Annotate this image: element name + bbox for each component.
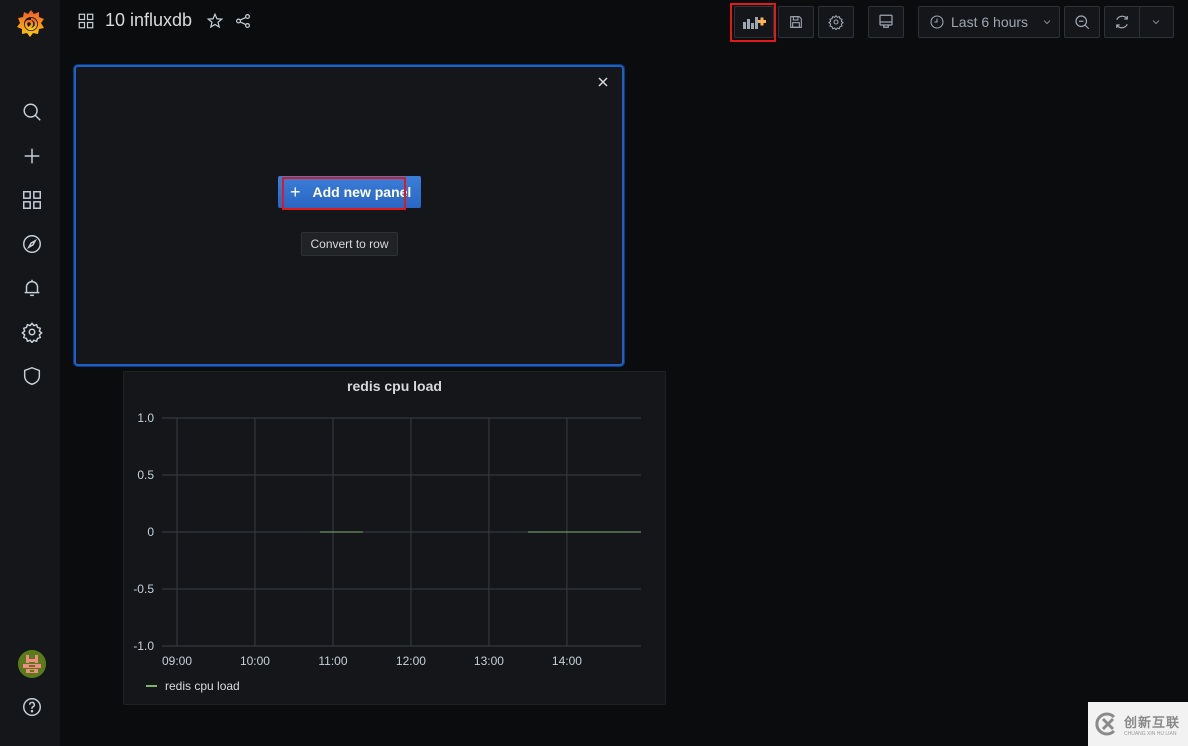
x-tick-label: 13:00	[474, 654, 504, 668]
add-panel-icon	[743, 17, 766, 29]
gear-icon	[21, 322, 43, 343]
time-picker-button[interactable]: Last 6 hours	[918, 6, 1060, 38]
refresh-button[interactable]	[1105, 7, 1140, 37]
sidebar	[0, 0, 61, 746]
help-icon	[23, 698, 41, 716]
time-range-label: Last 6 hours	[951, 14, 1029, 30]
zoom-out-button[interactable]	[1064, 6, 1100, 38]
grafana-logo[interactable]	[14, 7, 48, 41]
sidebar-item-dashboards[interactable]	[18, 186, 46, 214]
share-icon[interactable]	[234, 12, 252, 30]
watermark-cn: 创新互联	[1124, 714, 1181, 730]
dashboard-title-area: 10 influxdb	[77, 10, 252, 31]
x-tick-label: 09:00	[162, 654, 192, 668]
legend-item[interactable]: redis cpu load	[146, 679, 240, 693]
monitor-icon	[879, 14, 893, 28]
chevron-down-icon	[1152, 20, 1160, 25]
avatar[interactable]	[18, 650, 46, 678]
gear-icon	[828, 14, 844, 30]
legend-label: redis cpu load	[165, 679, 240, 693]
sidebar-item-help[interactable]	[18, 693, 46, 721]
y-tick-label: -1.0	[133, 639, 154, 653]
refresh-interval-dropdown[interactable]	[1140, 7, 1174, 37]
save-icon	[790, 16, 802, 28]
grafana-logo-icon	[17, 10, 44, 37]
graph-plot[interactable]: 1.0 0.5 0 -0.5 -1.0 09:00 10:00 11:00 12:00 13:00…	[124, 372, 667, 706]
dashboard-title[interactable]: 10 influxdb	[105, 10, 192, 31]
add-panel-button[interactable]	[734, 6, 774, 38]
dashboard-grid-icon	[78, 13, 94, 28]
compass-icon	[23, 235, 41, 253]
legend-swatch	[146, 685, 157, 687]
convert-to-row-button[interactable]: Convert to row	[301, 232, 398, 256]
close-icon[interactable]	[596, 75, 610, 89]
sidebar-item-server-admin[interactable]	[18, 362, 46, 390]
watermark-en: CHUANG XIN HU LIAN	[1124, 730, 1177, 737]
watermark: 创新互联 CHUANG XIN HU LIAN	[1088, 702, 1188, 746]
y-tick-label: 0	[147, 525, 154, 539]
shield-icon	[23, 366, 41, 386]
sidebar-item-explore[interactable]	[18, 230, 46, 258]
watermark-logo-icon	[1095, 712, 1116, 736]
sidebar-item-alerting[interactable]	[18, 274, 46, 302]
save-dashboard-button[interactable]	[778, 6, 814, 38]
x-tick-label: 10:00	[240, 654, 270, 668]
dashboard-navbar: 10 influxdb Last 6 hours	[61, 0, 1188, 46]
sidebar-item-search[interactable]	[18, 98, 46, 126]
bell-icon	[24, 279, 40, 297]
y-tick-label: -0.5	[133, 582, 154, 596]
y-tick-label: 0.5	[137, 468, 154, 482]
x-tick-label: 11:00	[318, 654, 347, 668]
x-tick-label: 12:00	[396, 654, 426, 668]
dashboard-settings-button[interactable]	[818, 6, 854, 38]
graph-panel: redis cpu load 1.0 0.5 0 -0.5 -1.0 09:00 10:00…	[123, 371, 666, 705]
sidebar-item-configuration[interactable]	[18, 318, 46, 346]
star-icon[interactable]	[206, 12, 224, 30]
avatar-image	[18, 650, 46, 678]
search-icon	[23, 103, 41, 121]
zoom-out-icon	[1075, 15, 1090, 30]
refresh-button-group	[1104, 6, 1174, 38]
refresh-icon	[1115, 15, 1128, 29]
add-new-panel-label: Add new panel	[312, 184, 412, 200]
plus-icon	[24, 148, 40, 164]
chevron-down-icon	[1043, 20, 1051, 25]
x-tick-label: 14:00	[552, 654, 582, 668]
sidebar-item-create[interactable]	[18, 142, 46, 170]
cycle-view-mode-button[interactable]	[868, 6, 904, 38]
clock-icon	[930, 15, 944, 29]
y-tick-label: 1.0	[137, 411, 154, 425]
new-panel-placeholder: + Add new panel Convert to row	[74, 65, 624, 366]
add-new-panel-button[interactable]: + Add new panel	[278, 176, 421, 208]
grid-icon	[23, 191, 41, 209]
plus-icon: +	[290, 181, 301, 202]
